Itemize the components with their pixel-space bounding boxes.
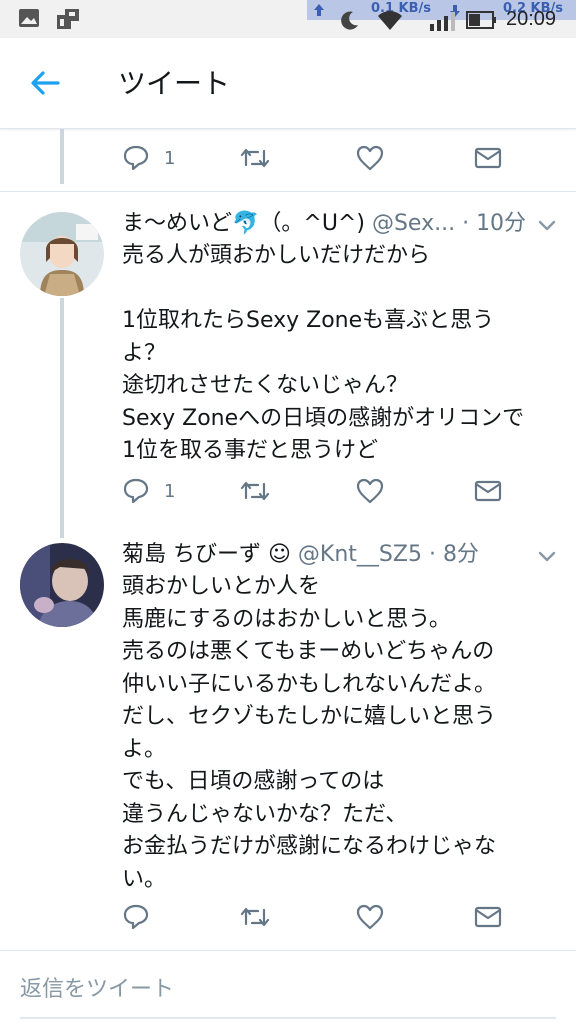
tweet-line: 違うんじゃないかな？ただ、 — [122, 801, 408, 827]
avatar-image — [20, 543, 104, 627]
avatar-image — [20, 212, 104, 296]
reply-icon — [123, 904, 149, 930]
input-underline — [20, 1017, 556, 1019]
tweet-line: 売るのは悪くてもまーめいどちゃんの — [122, 639, 495, 664]
reply-icon — [123, 478, 149, 504]
tweet-line: 仲いい子にいるかもしれないんだよ。 — [122, 671, 497, 697]
tweet-actions — [0, 897, 576, 937]
avatar[interactable] — [20, 543, 104, 627]
signal-icon — [430, 12, 455, 31]
page-title: ツイート — [118, 67, 231, 100]
tweet-line: 1位取れたらSexy Zoneも喜ぶと思う — [122, 308, 495, 333]
heart-icon — [356, 904, 384, 930]
back-arrow-icon[interactable] — [28, 66, 62, 100]
retweet-icon — [240, 481, 270, 501]
tweet-line: 頭おかしいとか人を — [122, 574, 321, 599]
dm-button[interactable] — [474, 897, 502, 937]
reply-count: 1 — [164, 147, 176, 169]
reply-button[interactable]: 1 — [122, 138, 175, 178]
like-button[interactable] — [356, 897, 384, 937]
tweet-line: Sexy Zoneへの日頃の感謝がオリコンで — [122, 405, 525, 431]
retweet-button[interactable] — [240, 471, 270, 511]
tweet-line: 途切れさせたくないじゃん？ — [122, 373, 409, 398]
tweet-text: 売る人が頭おかしいだけだから 1位取れたらSexy Zoneも喜ぶと思う よ？ … — [122, 240, 562, 468]
heart-icon — [356, 145, 384, 171]
tweet-line — [122, 273, 562, 306]
divider — [0, 191, 576, 192]
dm-button[interactable] — [474, 471, 502, 511]
retweet-button[interactable] — [240, 138, 270, 178]
tweet-line: よ？ — [122, 340, 167, 366]
app-header: ツイート — [0, 38, 576, 129]
reply-count: 1 — [164, 480, 176, 502]
tweet-line: い。 — [122, 866, 167, 892]
dm-button[interactable] — [474, 138, 502, 178]
upload-arrow-icon — [314, 4, 324, 16]
chevron-down-icon[interactable] — [538, 551, 556, 563]
image-icon — [19, 9, 39, 27]
tweet-time: · 10分 — [462, 211, 527, 236]
reply-icon — [123, 145, 149, 171]
tweet-line: 1位を取る事だと思うけど — [122, 438, 378, 463]
tweet[interactable]: 菊島 ちびーず ☺ @Knt__SZ5 · 8分 頭おかしいとか人を 馬鹿にする… — [0, 539, 576, 892]
display-name[interactable]: ま〜めいど🐬（。^U^) — [122, 211, 365, 236]
heart-icon — [356, 478, 384, 504]
tweet-text: 頭おかしいとか人を 馬鹿にするのはおかしいと思う。 売るのは悪くてもまーめいどち… — [122, 571, 562, 896]
envelope-icon — [474, 147, 502, 169]
display-name[interactable]: 菊島 ちびーず ☺ — [122, 542, 291, 567]
tweet-header: 菊島 ちびーず ☺ @Knt__SZ5 · 8分 — [122, 539, 532, 571]
status-bar: 0.1 KB/s 0.2 KB/s 20:09 — [0, 0, 576, 38]
tweet-line: 馬鹿にするのはおかしいと思う。 — [122, 606, 451, 632]
avatar[interactable] — [20, 212, 104, 296]
envelope-icon — [474, 480, 502, 502]
moon-icon — [341, 11, 358, 30]
retweet-icon — [240, 148, 270, 168]
app-icon — [57, 9, 79, 29]
chevron-down-icon[interactable] — [538, 220, 556, 232]
like-button[interactable] — [356, 471, 384, 511]
tweet-line: よ。 — [122, 736, 167, 762]
battery-icon — [466, 11, 496, 29]
envelope-icon — [474, 906, 502, 928]
reply-composer: 返信をツイート — [0, 950, 576, 1025]
tweet-header: ま〜めいど🐬（。^U^) @Sex... · 10分 — [122, 208, 532, 240]
tweet-line: 売る人が頭おかしいだけだから — [122, 243, 431, 268]
retweet-icon — [240, 907, 270, 927]
reply-input[interactable]: 返信をツイート — [20, 971, 556, 1007]
like-button[interactable] — [356, 138, 384, 178]
tweet-actions: 1 — [0, 471, 576, 511]
tweet-line: でも、日頃の感謝ってのは — [122, 769, 385, 794]
wifi-icon — [378, 11, 402, 30]
tweet-time: · 8分 — [428, 542, 479, 567]
retweet-button[interactable] — [240, 897, 270, 937]
reply-button[interactable] — [122, 897, 164, 937]
tweet-line: お金払うだけが感謝になるわけじゃな — [122, 834, 497, 859]
tweet-actions: 1 — [0, 138, 576, 178]
user-handle[interactable]: @Knt__SZ5 — [298, 542, 422, 567]
user-handle[interactable]: @Sex... — [372, 211, 455, 236]
clock: 20:09 — [506, 8, 557, 30]
tweet-line: だし、セクゾもたしかに嬉しいと思う — [122, 704, 497, 729]
reply-button[interactable]: 1 — [122, 471, 175, 511]
